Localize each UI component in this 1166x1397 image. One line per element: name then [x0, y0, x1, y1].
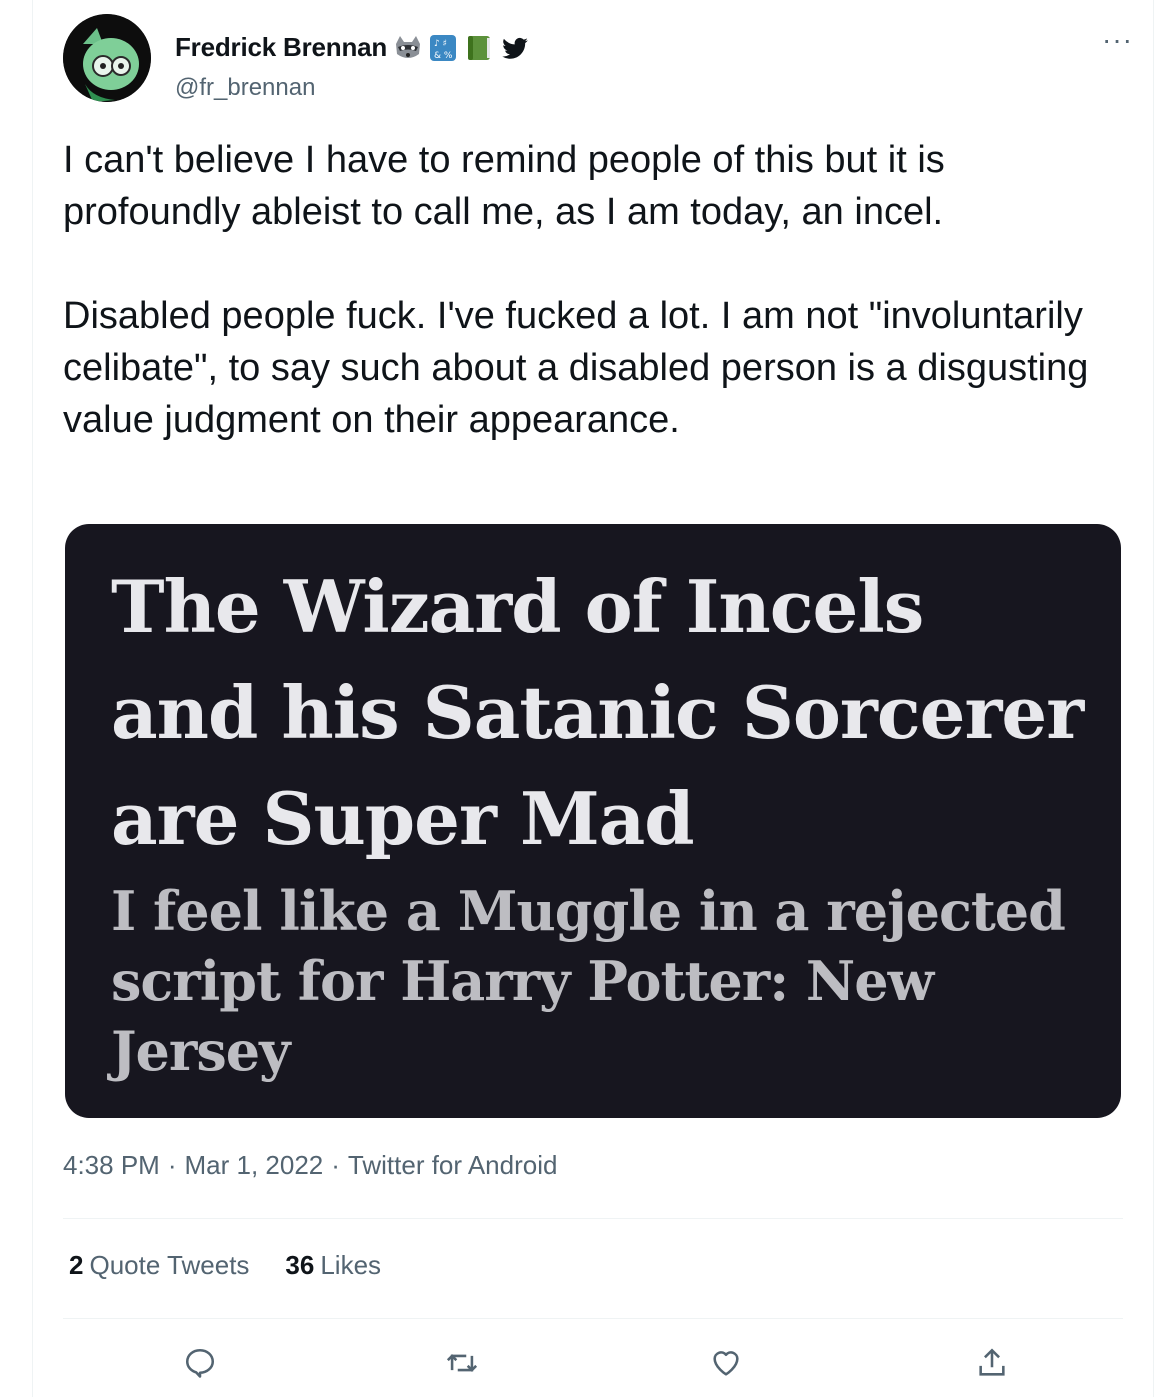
like-button[interactable] [703, 1340, 749, 1386]
tweet-stats: 2 Quote Tweets 36 Likes [69, 1250, 381, 1281]
reply-button[interactable] [177, 1340, 223, 1386]
svg-text:♪ ♯: ♪ ♯ [434, 39, 447, 49]
like-icon [713, 1351, 739, 1376]
tweet-meta: 4:38 PM · Mar 1, 2022 · Twitter for Andr… [63, 1150, 557, 1181]
like-count: 36 [285, 1250, 315, 1280]
divider [63, 1318, 1123, 1319]
meta-separator: · [331, 1150, 340, 1180]
more-options-button[interactable]: ··· [1102, 24, 1133, 56]
retweet-button[interactable] [439, 1340, 485, 1386]
tweet-source[interactable]: Twitter for Android [348, 1150, 558, 1181]
quote-tweets-stat[interactable]: 2 Quote Tweets [69, 1250, 249, 1281]
link-preview-image[interactable]: The Wizard of Incels and his Satanic Sor… [65, 524, 1121, 1118]
action-bar [33, 1340, 1153, 1386]
retweet-icon [446, 1354, 478, 1372]
tweet-text: I can't believe I have to remind people … [63, 139, 1089, 441]
avatar[interactable] [63, 14, 151, 102]
share-icon [979, 1348, 1005, 1376]
media-subheadline: I feel like a Muggle in a rejected scrip… [111, 879, 1066, 1083]
tweet-time[interactable]: 4:38 PM [63, 1150, 160, 1181]
twitter-bird-icon [501, 34, 531, 62]
tweet-card: Fredrick Brennan ♪ ♯ & % @fr_brennan ···… [32, 0, 1154, 1397]
media-headline: The Wizard of Incels and his Satanic Sor… [111, 564, 1084, 861]
green-book-icon [465, 34, 495, 62]
raccoon-icon [393, 34, 423, 62]
tweet-header: Fredrick Brennan ♪ ♯ & % @fr_brennan ··· [63, 14, 1132, 104]
likes-stat[interactable]: 36 Likes [285, 1250, 381, 1281]
svg-text:& %: & % [434, 51, 453, 61]
quote-label: Quote Tweets [89, 1250, 250, 1280]
user-handle[interactable]: @fr_brennan [175, 74, 315, 102]
display-name[interactable]: Fredrick Brennan [175, 32, 387, 63]
tweet-date[interactable]: Mar 1, 2022 [185, 1150, 324, 1181]
meta-separator: · [167, 1150, 177, 1180]
share-button[interactable] [969, 1340, 1015, 1386]
divider [63, 1218, 1123, 1219]
reply-icon [185, 1348, 215, 1378]
input-symbols-icon: ♪ ♯ & % [429, 34, 459, 62]
like-label: Likes [320, 1250, 382, 1280]
name-row: Fredrick Brennan ♪ ♯ & % [175, 32, 531, 63]
quote-count: 2 [69, 1250, 84, 1280]
